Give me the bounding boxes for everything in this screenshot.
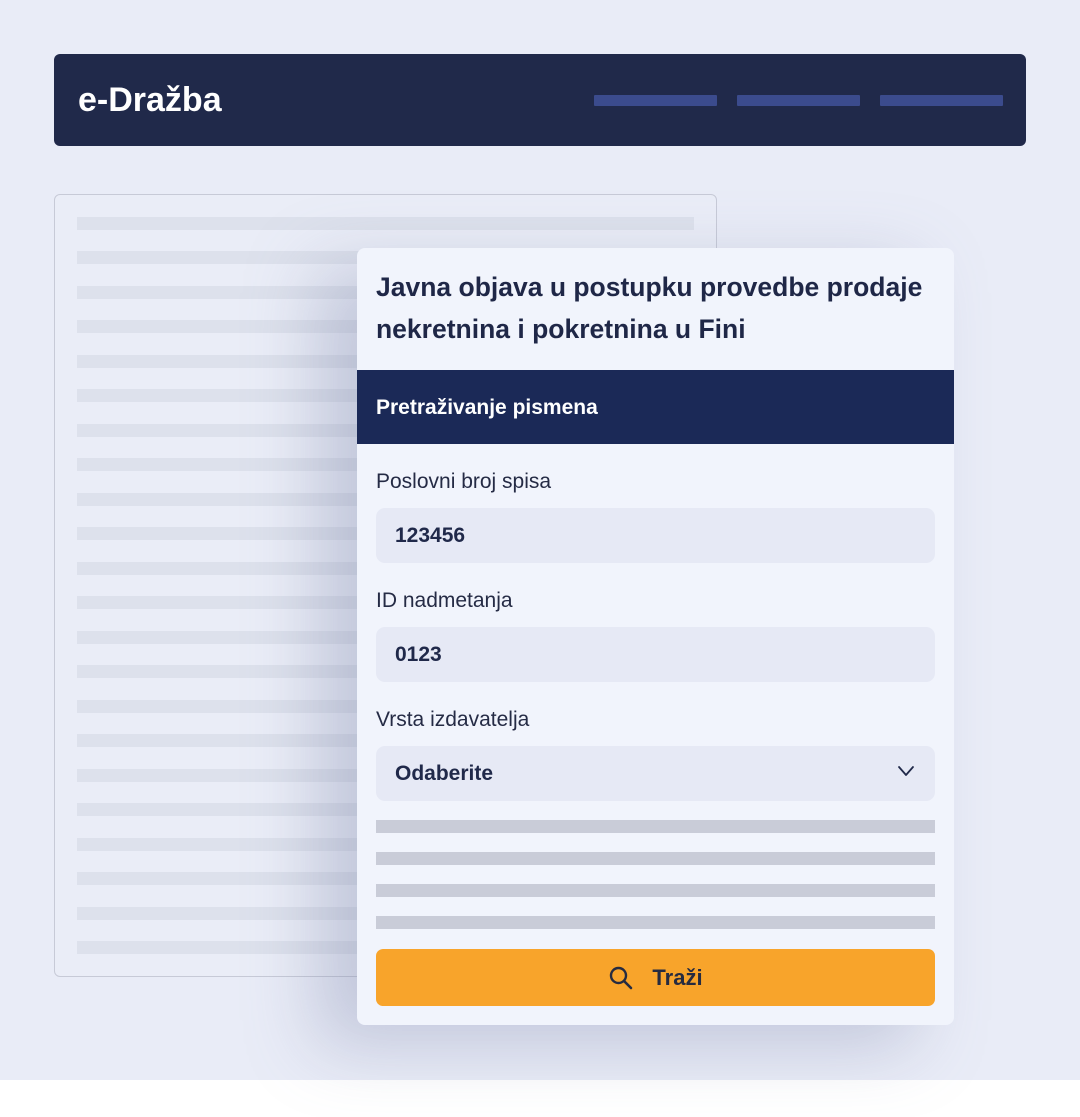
site-logo[interactable]: e-Dražba [78, 78, 222, 122]
issuer-type-label: Vrsta izdavatelja [376, 708, 530, 731]
issuer-type-value: Odaberite [395, 762, 494, 785]
search-button[interactable]: Traži [376, 949, 935, 1006]
issuer-type-select[interactable]: Odaberite [376, 746, 935, 801]
nav-item-placeholder[interactable] [880, 95, 1003, 106]
nav-item-placeholder[interactable] [594, 95, 717, 106]
auction-id-input[interactable]: 0123 [376, 627, 935, 682]
content-placeholder-line [376, 820, 935, 833]
chevron-down-icon [898, 766, 914, 776]
case-number-value: 123456 [395, 524, 466, 547]
card-title: Javna objava u postupku provedbe prodaje… [376, 272, 923, 344]
site-header: e-Dražba [54, 54, 1026, 146]
content-placeholder-line [376, 852, 935, 865]
search-button-label: Traži [652, 964, 703, 990]
text-line-placeholder [77, 217, 694, 230]
case-number-label: Poslovni broj spisa [376, 470, 552, 493]
content-placeholder-line [376, 884, 935, 897]
section-header: Pretraživanje pismena [357, 370, 954, 444]
search-icon [610, 966, 633, 989]
search-form-card: Javna objava u postupku provedbe prodaje… [357, 248, 954, 1025]
section-title: Pretraživanje pismena [376, 396, 598, 419]
auction-id-value: 0123 [395, 643, 442, 666]
page-background: e-Dražba Javna objava u postupku provedb… [0, 0, 1080, 1080]
nav-item-placeholder[interactable] [737, 95, 860, 106]
case-number-input[interactable]: 123456 [376, 508, 935, 563]
content-placeholder-line [376, 916, 935, 929]
auction-id-label: ID nadmetanja [376, 589, 513, 612]
